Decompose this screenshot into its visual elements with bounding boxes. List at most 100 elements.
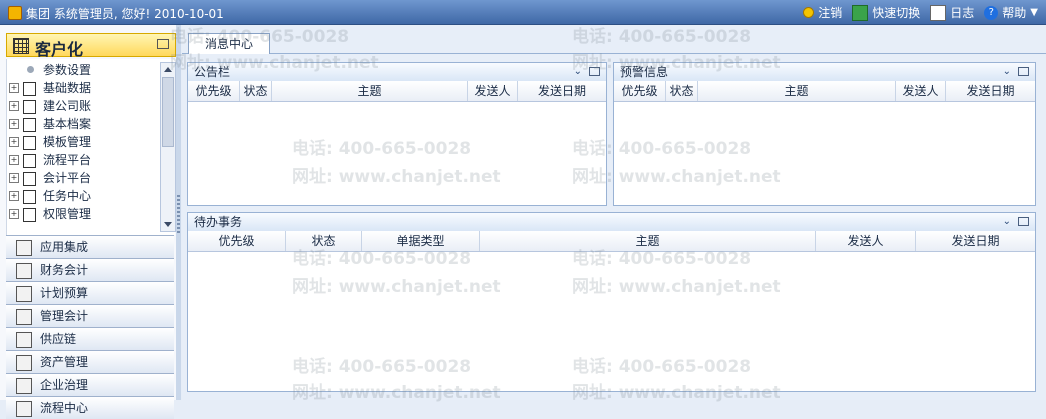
module-budget[interactable]: 计划预算: [6, 281, 174, 304]
col-priority[interactable]: 优先级: [188, 231, 286, 251]
col-document-type[interactable]: 单据类型: [362, 231, 480, 251]
expand-icon[interactable]: +: [9, 119, 19, 129]
app-integration-icon: [16, 240, 32, 256]
folder-icon: [23, 190, 36, 204]
sidebar-header-label: 客户化: [35, 40, 84, 59]
maximize-icon[interactable]: [589, 67, 600, 76]
welcome-text: 集团 系统管理员, 您好! 2010-10-01: [26, 7, 224, 21]
col-subject[interactable]: 主题: [272, 81, 468, 101]
module-list: 应用集成 财务会计 计划预算 管理会计 供应链 资产管理 企业治理 流程中心: [6, 235, 174, 419]
top-actions: 注销 快速切换 日志 ? 帮助 ▼: [803, 4, 1038, 21]
tab-message-center[interactable]: 消息中心: [188, 33, 270, 54]
help-icon: ?: [984, 5, 999, 20]
quick-switch-button[interactable]: 快速切换: [852, 4, 920, 21]
top-bar: 集团 系统管理员, 您好! 2010-10-01 注销 快速切换 日志 ? 帮助…: [0, 0, 1046, 25]
chevron-down-icon: ▼: [1030, 7, 1038, 18]
people-icon: [16, 309, 32, 325]
bulletin-panel: 公告栏 ⌄ 优先级 状态 主题 发送人 发送日期: [187, 62, 607, 206]
folder-icon: [23, 82, 36, 96]
col-sender[interactable]: 发送人: [896, 81, 946, 101]
tree-item[interactable]: + 基本档案: [7, 115, 161, 133]
alerts-panel: 预警信息 ⌄ 优先级 状态 主题 发送人 发送日期: [613, 62, 1036, 206]
expand-icon[interactable]: +: [9, 173, 19, 183]
todo-title: 待办事务: [194, 215, 243, 229]
document-icon: [16, 378, 32, 394]
col-subject[interactable]: 主题: [698, 81, 896, 101]
collapse-icon[interactable]: ⌄: [574, 63, 582, 81]
main-area: 消息中心 公告栏 ⌄ 优先级 状态 主题 发送人 发送日期 预警信息 ⌄ 优先级…: [182, 25, 1046, 400]
sidebar-splitter[interactable]: [176, 25, 181, 400]
alerts-table-header: 优先级 状态 主题 发送人 发送日期: [614, 81, 1035, 102]
expand-icon[interactable]: +: [9, 101, 19, 111]
tree-item[interactable]: + 建公司账: [7, 97, 161, 115]
expand-icon[interactable]: +: [9, 137, 19, 147]
expand-icon[interactable]: +: [9, 83, 19, 93]
maximize-icon[interactable]: [1018, 67, 1029, 76]
module-governance[interactable]: 企业治理: [6, 373, 174, 396]
scroll-thumb[interactable]: [162, 77, 174, 147]
module-app-integration[interactable]: 应用集成: [6, 235, 174, 258]
col-subject[interactable]: 主题: [480, 231, 816, 251]
folder-icon: [23, 208, 36, 222]
col-send-date[interactable]: 发送日期: [916, 231, 1035, 251]
col-priority[interactable]: 优先级: [188, 81, 240, 101]
scroll-down-icon[interactable]: [164, 222, 172, 227]
bulletin-title: 公告栏: [194, 65, 231, 79]
col-sender[interactable]: 发送人: [816, 231, 916, 251]
folder-icon: [23, 100, 36, 114]
expand-icon[interactable]: +: [9, 209, 19, 219]
help-button[interactable]: ? 帮助 ▼: [984, 4, 1038, 21]
folder-icon: [23, 172, 36, 186]
col-status[interactable]: 状态: [666, 81, 698, 101]
tree-item[interactable]: 参数设置: [7, 61, 161, 79]
alerts-title: 预警信息: [620, 65, 669, 79]
process-icon: [16, 401, 32, 417]
tree-item[interactable]: + 流程平台: [7, 151, 161, 169]
module-process-center[interactable]: 流程中心: [6, 396, 174, 419]
logout-button[interactable]: 注销: [803, 4, 842, 21]
tree-item[interactable]: + 模板管理: [7, 133, 161, 151]
todo-panel: 待办事务 ⌄ 优先级 状态 单据类型 主题 发送人 发送日期: [187, 212, 1036, 392]
expand-icon[interactable]: +: [9, 155, 19, 165]
folder-icon: [23, 154, 36, 168]
supply-chain-icon: [16, 332, 32, 348]
key-icon: [803, 7, 815, 18]
col-status[interactable]: 状态: [286, 231, 362, 251]
module-financial-accounting[interactable]: 财务会计: [6, 258, 174, 281]
sidebar: 客户化 参数设置 + 基础数据 + 建公司账 + 基本档案 + 模板管理 + 流…: [0, 25, 177, 419]
module-supply-chain[interactable]: 供应链: [6, 327, 174, 350]
col-priority[interactable]: 优先级: [614, 81, 666, 101]
collapse-icon[interactable]: ⌄: [1003, 63, 1011, 81]
switch-icon: [852, 4, 869, 21]
minimize-icon[interactable]: [157, 39, 169, 49]
tree-item[interactable]: + 权限管理: [7, 205, 161, 223]
folder-icon: [23, 118, 36, 132]
bulletin-panel-header: 公告栏 ⌄: [188, 63, 606, 82]
alerts-panel-header: 预警信息 ⌄: [614, 63, 1035, 82]
app-logo-icon: [8, 6, 22, 20]
col-send-date[interactable]: 发送日期: [518, 81, 606, 101]
expand-icon[interactable]: +: [9, 191, 19, 201]
bulletin-table-header: 优先级 状态 主题 发送人 发送日期: [188, 81, 606, 102]
maximize-icon[interactable]: [1018, 217, 1029, 226]
sidebar-scrollbar[interactable]: [160, 62, 176, 232]
tab-strip: 消息中心: [182, 25, 1046, 54]
module-management-accounting[interactable]: 管理会计: [6, 304, 174, 327]
budget-icon: [16, 286, 32, 302]
col-status[interactable]: 状态: [240, 81, 272, 101]
todo-table-header: 优先级 状态 单据类型 主题 发送人 发送日期: [188, 231, 1035, 252]
todo-panel-header: 待办事务 ⌄: [188, 213, 1035, 232]
log-button[interactable]: 日志: [930, 4, 974, 21]
people-icon: [16, 263, 32, 279]
collapse-icon[interactable]: ⌄: [1003, 213, 1011, 231]
module-assets[interactable]: 资产管理: [6, 350, 174, 373]
tree-item[interactable]: + 任务中心: [7, 187, 161, 205]
splitter-grip-icon[interactable]: [177, 195, 180, 235]
tree-item[interactable]: + 会计平台: [7, 169, 161, 187]
col-sender[interactable]: 发送人: [468, 81, 518, 101]
scroll-up-icon[interactable]: [164, 67, 172, 72]
sidebar-header[interactable]: 客户化: [6, 33, 176, 59]
folder-icon: [23, 136, 36, 150]
tree-item[interactable]: + 基础数据: [7, 79, 161, 97]
col-send-date[interactable]: 发送日期: [946, 81, 1035, 101]
